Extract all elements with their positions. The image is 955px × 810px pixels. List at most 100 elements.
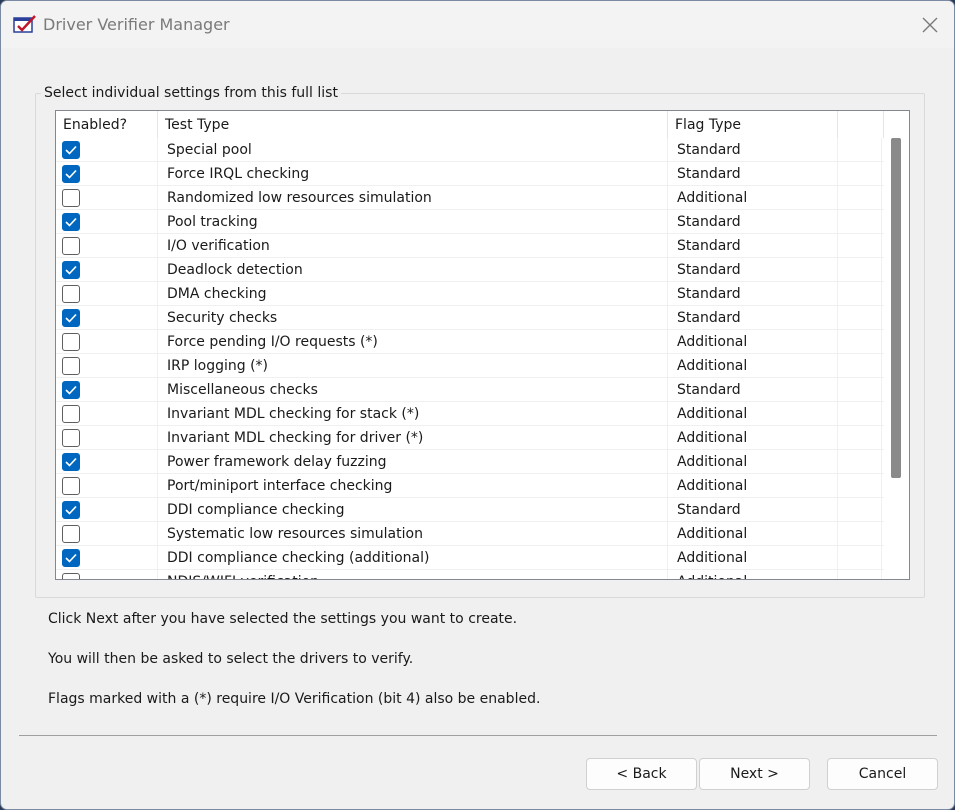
table-row[interactable]: IRP logging (*) Additional xyxy=(56,354,884,378)
table-row[interactable]: Force IRQL checking Standard xyxy=(56,162,884,186)
flag-type-cell: Additional xyxy=(668,450,838,474)
table-row[interactable]: Systematic low resources simulation Addit… xyxy=(56,522,884,546)
flag-type-cell: Standard xyxy=(668,282,838,306)
table-row[interactable]: DMA checking Standard xyxy=(56,282,884,306)
enabled-checkbox[interactable] xyxy=(62,333,80,351)
settings-list[interactable]: Enabled? Test Type Flag Type Special poo… xyxy=(55,110,910,580)
test-type-cell: NDIS/WIFI verification xyxy=(158,570,668,579)
close-button[interactable] xyxy=(914,9,946,41)
table-row[interactable]: I/O verification Standard xyxy=(56,234,884,258)
test-type-cell: Invariant MDL checking for driver (*) xyxy=(158,426,668,450)
title-bar: Driver Verifier Manager xyxy=(1,1,954,48)
table-row[interactable]: Pool tracking Standard xyxy=(56,210,884,234)
test-type-cell: Deadlock detection xyxy=(158,258,668,282)
info-flags-note: Flags marked with a (*) require I/O Veri… xyxy=(48,691,541,707)
table-row[interactable]: Invariant MDL checking for stack (*) Addi… xyxy=(56,402,884,426)
next-button[interactable]: Next > xyxy=(699,758,810,790)
enabled-cell xyxy=(56,234,158,258)
checkmark-icon xyxy=(65,553,77,563)
enabled-checkbox[interactable] xyxy=(62,501,80,519)
test-type-cell: Pool tracking xyxy=(158,210,668,234)
test-type-cell: IRP logging (*) xyxy=(158,354,668,378)
table-row[interactable]: Deadlock detection Standard xyxy=(56,258,884,282)
table-row[interactable]: Security checks Standard xyxy=(56,306,884,330)
enabled-checkbox[interactable] xyxy=(62,405,80,423)
enabled-checkbox[interactable] xyxy=(62,429,80,447)
table-row[interactable]: Power framework delay fuzzing Additional xyxy=(56,450,884,474)
table-row[interactable]: Port/miniport interface checking Addition… xyxy=(56,474,884,498)
table-row[interactable]: NDIS/WIFI verificationAdditional xyxy=(56,570,884,579)
flag-type-cell: Standard xyxy=(668,378,838,402)
enabled-checkbox[interactable] xyxy=(62,237,80,255)
flag-type-cell: Additional xyxy=(668,570,838,579)
flag-type-cell: Additional xyxy=(668,402,838,426)
enabled-checkbox[interactable] xyxy=(62,309,80,327)
cancel-button[interactable]: Cancel xyxy=(827,758,938,790)
enabled-checkbox[interactable] xyxy=(62,549,80,567)
enabled-checkbox[interactable] xyxy=(62,189,80,207)
checkmark-icon xyxy=(65,169,77,179)
filler-cell xyxy=(838,354,882,378)
flag-type-cell: Additional xyxy=(668,354,838,378)
enabled-checkbox[interactable] xyxy=(62,381,80,399)
filler-cell xyxy=(838,378,882,402)
flag-type-cell: Standard xyxy=(668,162,838,186)
flag-type-cell: Additional xyxy=(668,186,838,210)
flag-type-cell: Standard xyxy=(668,210,838,234)
enabled-checkbox[interactable] xyxy=(62,477,80,495)
enabled-checkbox[interactable] xyxy=(62,285,80,303)
table-row[interactable]: DDI compliance checking Standard xyxy=(56,498,884,522)
table-row[interactable]: Special pool Standard xyxy=(56,138,884,162)
list-header: Enabled? Test Type Flag Type xyxy=(56,111,884,138)
checkmark-icon xyxy=(65,145,77,155)
test-type-cell: Force IRQL checking xyxy=(158,162,668,186)
enabled-cell xyxy=(56,210,158,234)
filler-cell xyxy=(838,570,882,579)
enabled-checkbox[interactable] xyxy=(62,573,80,579)
scroll-thumb[interactable] xyxy=(891,138,901,478)
table-row[interactable]: Force pending I/O requests (*) Additional xyxy=(56,330,884,354)
enabled-checkbox[interactable] xyxy=(62,525,80,543)
flag-type-cell: Standard xyxy=(668,306,838,330)
flag-type-cell: Additional xyxy=(668,426,838,450)
enabled-cell xyxy=(56,186,158,210)
enabled-checkbox[interactable] xyxy=(62,165,80,183)
test-type-cell: Power framework delay fuzzing xyxy=(158,450,668,474)
filler-cell xyxy=(838,282,882,306)
enabled-cell xyxy=(56,354,158,378)
flag-type-cell: Additional xyxy=(668,546,838,570)
close-icon xyxy=(922,17,938,33)
enabled-cell xyxy=(56,378,158,402)
table-row[interactable]: Invariant MDL checking for driver (*) Add… xyxy=(56,426,884,450)
header-flag-type[interactable]: Flag Type xyxy=(668,111,838,138)
enabled-checkbox[interactable] xyxy=(62,213,80,231)
enabled-cell xyxy=(56,162,158,186)
vertical-scrollbar[interactable] xyxy=(884,111,908,579)
filler-cell xyxy=(838,186,882,210)
test-type-cell: Port/miniport interface checking xyxy=(158,474,668,498)
flag-type-cell: Additional xyxy=(668,522,838,546)
checkmark-icon xyxy=(65,385,77,395)
test-type-cell: DDI compliance checking (additional) xyxy=(158,546,668,570)
filler-cell xyxy=(838,402,882,426)
enabled-cell xyxy=(56,306,158,330)
filler-cell xyxy=(838,450,882,474)
enabled-checkbox[interactable] xyxy=(62,261,80,279)
flag-type-cell: Additional xyxy=(668,330,838,354)
enabled-checkbox[interactable] xyxy=(62,141,80,159)
separator xyxy=(19,735,937,736)
checkmark-icon xyxy=(65,505,77,515)
enabled-checkbox[interactable] xyxy=(62,357,80,375)
enabled-checkbox[interactable] xyxy=(62,453,80,471)
filler-cell xyxy=(838,258,882,282)
enabled-cell xyxy=(56,138,158,162)
header-enabled[interactable]: Enabled? xyxy=(56,111,158,138)
table-row[interactable]: DDI compliance checking (additional) Addi… xyxy=(56,546,884,570)
back-button[interactable]: < Back xyxy=(586,758,697,790)
table-row[interactable]: Randomized low resources simulation Addit… xyxy=(56,186,884,210)
enabled-cell xyxy=(56,402,158,426)
test-type-cell: Force pending I/O requests (*) xyxy=(158,330,668,354)
filler-cell xyxy=(838,138,882,162)
header-test-type[interactable]: Test Type xyxy=(158,111,668,138)
table-row[interactable]: Miscellaneous checks Standard xyxy=(56,378,884,402)
